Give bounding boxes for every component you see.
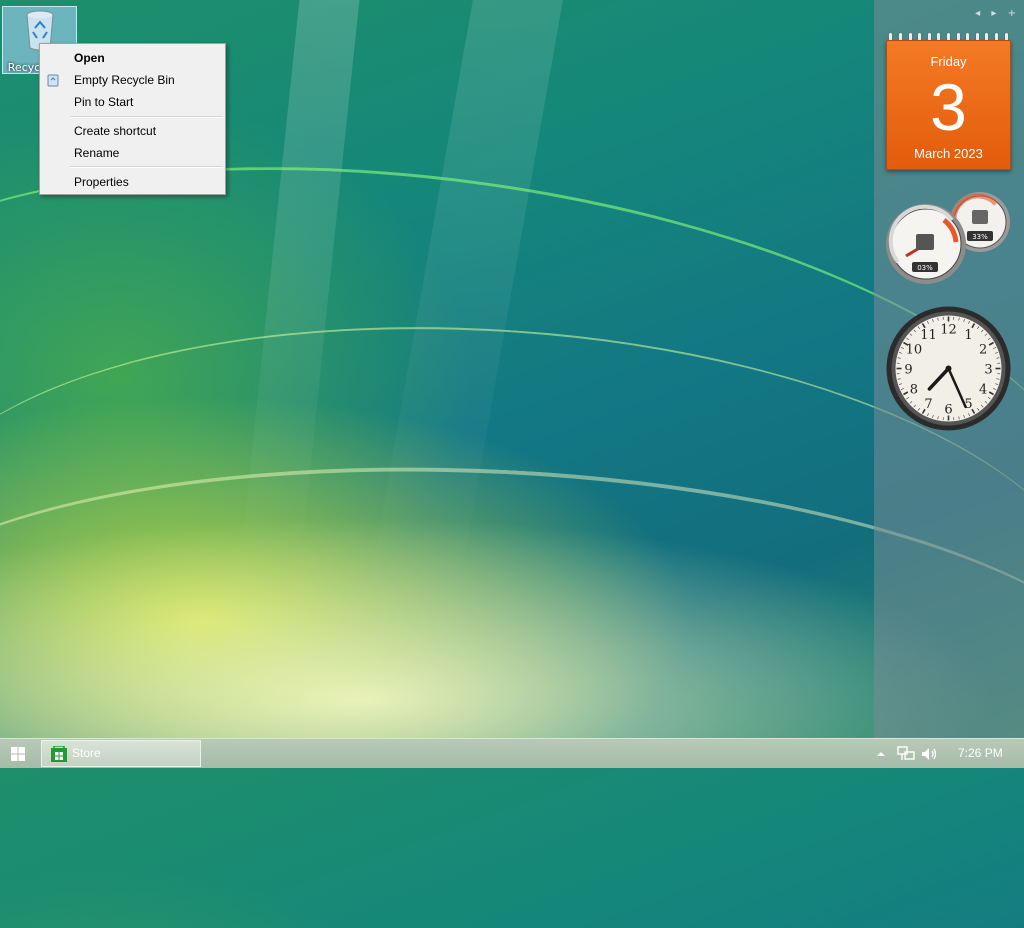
previous-page-button[interactable]: ◂ (975, 8, 980, 19)
menu-item-empty-recycle-bin[interactable]: Empty Recycle Bin (40, 69, 225, 91)
memory-usage-value: 33% (972, 233, 988, 241)
cpu-gauge: 03% (886, 204, 966, 284)
clock-numeral: 1 (964, 328, 972, 343)
taskbar-clock[interactable]: 7:26 PM (958, 739, 1003, 768)
menu-item-label: Pin to Start (74, 95, 133, 109)
volume-icon[interactable] (921, 746, 939, 762)
menu-item-open[interactable]: Open (40, 47, 225, 69)
menu-separator (70, 116, 223, 118)
network-icon[interactable] (897, 746, 915, 762)
menu-item-properties[interactable]: Properties (40, 171, 225, 193)
cpu-usage-value: 03% (917, 264, 933, 272)
menu-item-label: Open (74, 51, 105, 65)
clock-center-pin (946, 366, 952, 372)
taskbar-item-store[interactable]: Store (41, 740, 201, 767)
clock-numeral: 10 (906, 343, 923, 358)
clock-numeral: 2 (979, 343, 987, 358)
calendar-month: March 2023 (887, 146, 1010, 161)
menu-item-pin-to-start[interactable]: Pin to Start (40, 91, 225, 113)
menu-item-label: Rename (74, 146, 119, 160)
menu-item-label: Properties (74, 175, 129, 189)
wallpaper-swoosh (0, 289, 1024, 873)
start-button[interactable] (6, 744, 30, 764)
taskbar-item-label: Store (72, 741, 101, 766)
menu-item-create-shortcut[interactable]: Create shortcut (40, 120, 225, 142)
menu-item-label: Empty Recycle Bin (74, 73, 175, 87)
calendar-date: 3 (887, 67, 1010, 147)
wallpaper-light-ray (367, 0, 563, 600)
clock-numeral: 12 (940, 323, 957, 338)
context-menu: Open Empty Recycle Bin Pin to Start Crea… (39, 43, 226, 195)
clock-numeral: 4 (979, 383, 987, 398)
cpu-meter-gadget[interactable]: 33% 03% (884, 190, 1012, 286)
clock-numeral: 3 (984, 363, 992, 378)
clock-gadget[interactable]: 121234567891011 (886, 306, 1011, 431)
taskbar: Store 7:26 PM (0, 738, 1024, 768)
calendar-gadget[interactable]: Friday 3 March 2023 (886, 40, 1011, 170)
menu-separator (70, 166, 223, 168)
recycle-bin-icon (47, 73, 59, 87)
next-page-button[interactable]: ▸ (991, 8, 996, 19)
store-icon (51, 746, 67, 762)
wallpaper-swoosh (0, 436, 1024, 927)
clock-numeral: 9 (904, 363, 912, 378)
clock-numeral: 7 (924, 397, 932, 412)
wallpaper-swoosh (0, 92, 1024, 791)
show-hidden-icons-icon[interactable] (876, 749, 886, 759)
menu-item-rename[interactable]: Rename (40, 142, 225, 164)
clock-numeral: 8 (910, 383, 918, 398)
add-gadget-button[interactable]: + (1008, 8, 1016, 19)
menu-item-label: Create shortcut (74, 124, 156, 138)
windows-logo-icon (11, 747, 25, 761)
sidebar-controls: ◂ ▸ + (967, 8, 1016, 19)
wallpaper-light-ray (241, 0, 360, 560)
clock-numeral: 11 (920, 328, 937, 343)
clock-numeral: 6 (944, 403, 952, 418)
